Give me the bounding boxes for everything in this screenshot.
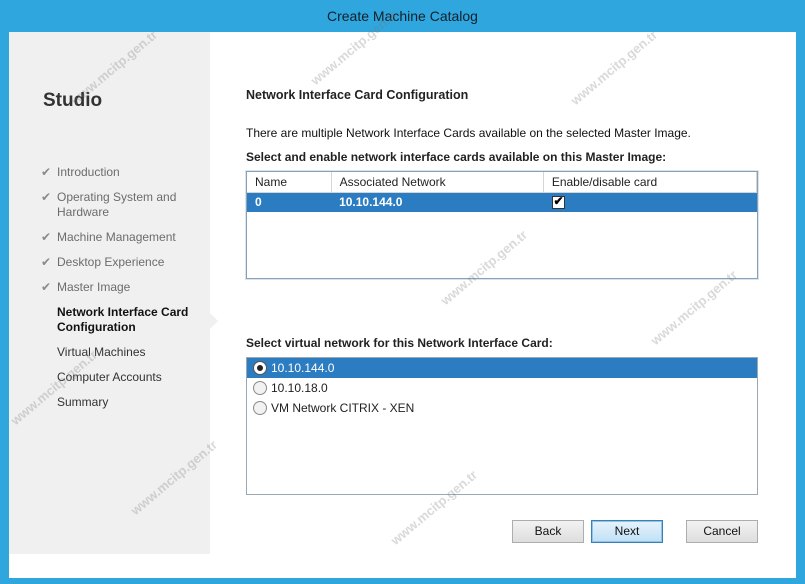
step-label: Machine Management — [57, 230, 176, 244]
radio-button[interactable] — [253, 401, 267, 415]
check-icon: ✔ — [41, 230, 52, 244]
page-title: Network Interface Card Configuration — [246, 88, 469, 102]
nic-table: Name Associated Network Enable/disable c… — [246, 171, 758, 279]
table-row[interactable]: 0 10.10.144.0 ✔ — [247, 193, 757, 212]
step-nic-configuration: Network Interface Card Configuration — [39, 305, 204, 335]
step-summary: Summary — [39, 395, 204, 410]
table-header: Name Associated Network Enable/disable c… — [247, 172, 757, 193]
step-label: Desktop Experience — [57, 255, 165, 269]
step-label: Introduction — [57, 165, 120, 179]
radio-button[interactable] — [253, 361, 267, 375]
network-option[interactable]: 10.10.18.0 — [247, 378, 757, 398]
step-master-image: ✔ Master Image — [39, 280, 204, 295]
step-label: Summary — [57, 395, 109, 409]
step-label: Master Image — [57, 280, 131, 294]
column-header-name[interactable]: Name — [247, 172, 332, 192]
app-name: Studio — [43, 90, 103, 111]
next-button[interactable]: Next — [591, 520, 663, 543]
nic-network-cell: 10.10.144.0 — [339, 195, 403, 209]
check-icon: ✔ — [41, 190, 52, 204]
wizard-steps: ✔ Introduction ✔ Operating System and Ha… — [39, 165, 204, 420]
dialog-body: Studio ✔ Introduction ✔ Operating System… — [9, 32, 796, 578]
step-computer-accounts: Computer Accounts — [39, 370, 204, 385]
network-option[interactable]: 10.10.144.0 — [247, 358, 757, 378]
network-option-label: 10.10.144.0 — [271, 361, 335, 375]
step-label: Computer Accounts — [57, 370, 162, 384]
step-label: Network Interface Card Configuration — [57, 305, 189, 334]
nic-name-cell: 0 — [255, 195, 262, 209]
check-icon: ✔ — [41, 280, 52, 294]
check-icon: ✔ — [41, 165, 52, 179]
radio-dot-icon — [257, 365, 263, 371]
step-introduction: ✔ Introduction — [39, 165, 204, 180]
column-header-enable[interactable]: Enable/disable card — [544, 172, 757, 192]
window-title: Create Machine Catalog — [0, 0, 805, 32]
wizard-sidebar: Studio ✔ Introduction ✔ Operating System… — [9, 32, 218, 554]
network-option[interactable]: VM Network CITRIX - XEN — [247, 398, 757, 418]
network-list-label: Select virtual network for this Network … — [246, 336, 553, 350]
step-machine-management: ✔ Machine Management — [39, 230, 204, 245]
radio-button[interactable] — [253, 381, 267, 395]
network-option-label: 10.10.18.0 — [271, 381, 328, 395]
network-option-label: VM Network CITRIX - XEN — [271, 401, 415, 415]
column-header-network[interactable]: Associated Network — [332, 172, 544, 192]
check-icon: ✔ — [41, 255, 52, 269]
checkmark-icon: ✔ — [553, 194, 564, 208]
nic-table-label: Select and enable network interface card… — [246, 150, 667, 164]
enable-card-checkbox[interactable]: ✔ — [551, 194, 565, 209]
step-label: Operating System and Hardware — [57, 190, 177, 219]
network-list: 10.10.144.0 10.10.18.0 VM Network CITRIX… — [246, 357, 758, 495]
step-virtual-machines: Virtual Machines — [39, 345, 204, 360]
nic-enable-cell: ✔ — [544, 193, 757, 212]
cancel-button[interactable]: Cancel — [686, 520, 758, 543]
current-step-caret — [210, 313, 218, 329]
back-button[interactable]: Back — [512, 520, 584, 543]
step-desktop-experience: ✔ Desktop Experience — [39, 255, 204, 270]
page-description: There are multiple Network Interface Car… — [246, 126, 691, 140]
main-panel: Network Interface Card Configuration The… — [246, 32, 766, 578]
step-operating-system: ✔ Operating System and Hardware — [39, 190, 204, 220]
step-label: Virtual Machines — [57, 345, 146, 359]
